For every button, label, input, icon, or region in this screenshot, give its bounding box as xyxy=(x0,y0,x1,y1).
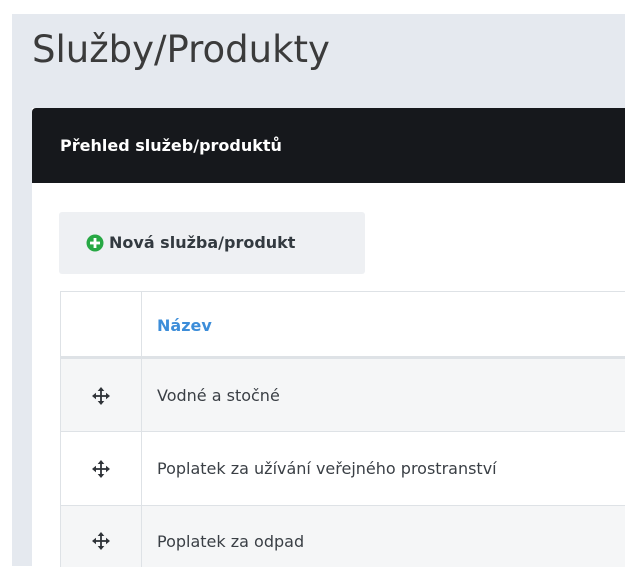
table-header-handle-cell xyxy=(60,292,142,356)
move-arrows-icon[interactable] xyxy=(92,387,110,405)
page-title: Služby/Produkty xyxy=(32,28,330,71)
new-service-button-label: Nová služba/produkt xyxy=(109,233,296,252)
plus-circle-icon xyxy=(86,234,104,252)
move-arrows-icon[interactable] xyxy=(92,532,110,550)
table-row-name-cell: Vodné a stočné xyxy=(142,359,625,431)
move-arrows-icon[interactable] xyxy=(92,460,110,478)
column-header-name[interactable]: Název xyxy=(157,292,212,359)
service-name: Poplatek za odpad xyxy=(157,532,305,551)
table-row-handle-cell xyxy=(60,359,142,431)
table-row-name-cell: Poplatek za odpad xyxy=(142,506,625,567)
panel-title: Přehled služeb/produktů xyxy=(60,136,282,155)
panel-header: Přehled služeb/produktů xyxy=(32,108,625,183)
table-row[interactable]: Poplatek za užívání veřejného prostranst… xyxy=(60,431,625,505)
table-row-name-cell: Poplatek za užívání veřejného prostranst… xyxy=(142,432,625,505)
table-row-handle-cell xyxy=(60,432,142,505)
table-header-name-cell: Název xyxy=(142,292,625,356)
new-service-button[interactable]: Nová služba/produkt xyxy=(59,212,365,274)
service-name: Vodné a stočné xyxy=(157,386,280,405)
services-panel: Přehled služeb/produktů Nová služba/prod… xyxy=(32,108,625,567)
service-name: Poplatek za užívání veřejného prostranst… xyxy=(157,459,497,478)
table-row-handle-cell xyxy=(60,506,142,567)
table-header-row: Název xyxy=(60,291,625,358)
table-row[interactable]: Poplatek za odpad xyxy=(60,505,625,567)
table-row[interactable]: Vodné a stočné xyxy=(60,358,625,431)
